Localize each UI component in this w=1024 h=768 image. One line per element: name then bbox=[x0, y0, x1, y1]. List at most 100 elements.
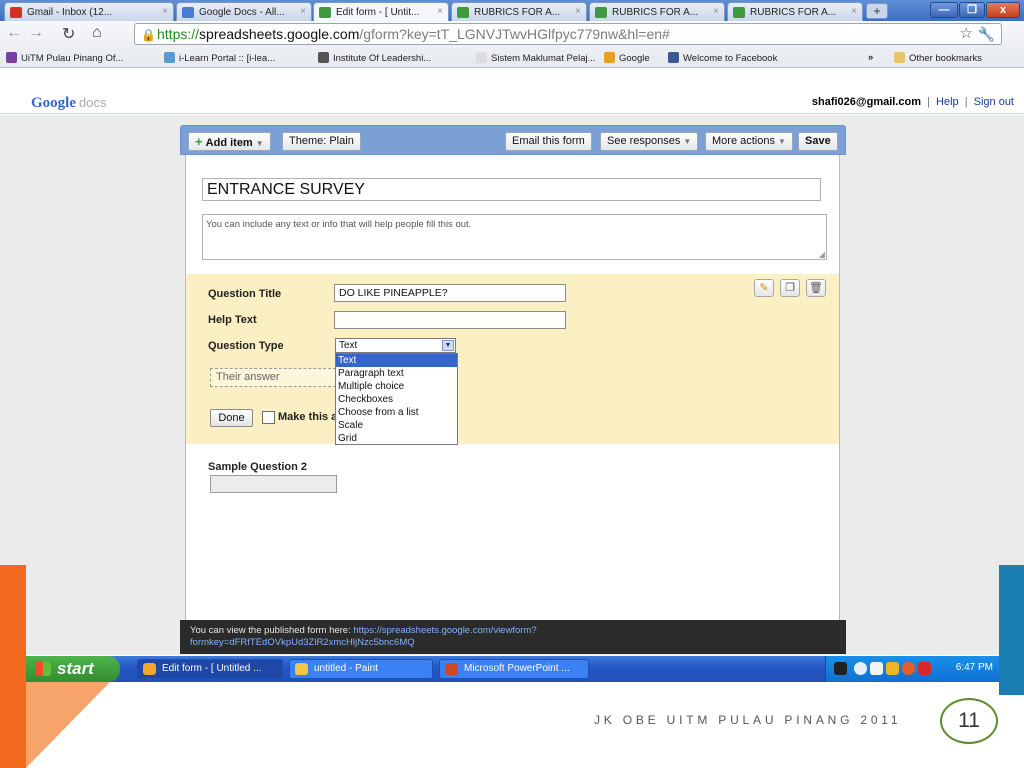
question-title-input[interactable]: DO LIKE PINEAPPLE? bbox=[334, 284, 566, 302]
new-tab-button[interactable]: + bbox=[866, 3, 888, 19]
see-responses-button[interactable]: See responses ▼ bbox=[600, 132, 699, 151]
tab-rubrics-1[interactable]: RUBRICS FOR A... × bbox=[451, 2, 587, 21]
task-paint[interactable]: untitled - Paint bbox=[289, 659, 433, 679]
more-actions-button[interactable]: More actions ▼ bbox=[705, 132, 793, 151]
tab-label: RUBRICS FOR A... bbox=[750, 7, 837, 18]
form-description-input[interactable]: You can include any text or info that wi… bbox=[202, 214, 827, 260]
bookmarks-overflow[interactable]: » bbox=[868, 52, 873, 63]
tab-edit-form[interactable]: Edit form - [ Untit... × bbox=[313, 2, 449, 22]
tab-gmail[interactable]: Gmail - Inbox (12... × bbox=[4, 2, 174, 21]
option-checkboxes[interactable]: Checkboxes bbox=[336, 393, 457, 406]
chevron-down-icon: ▼ bbox=[777, 137, 786, 146]
tab-label: RUBRICS FOR A... bbox=[474, 7, 561, 18]
spreadsheet-icon bbox=[457, 7, 469, 18]
form-title-input[interactable]: ENTRANCE SURVEY bbox=[202, 178, 821, 201]
sample-question-title[interactable]: Sample Question 2 bbox=[208, 461, 307, 473]
bookmark-icon bbox=[6, 52, 17, 63]
url-scheme: https:// bbox=[157, 26, 200, 42]
close-icon[interactable]: × bbox=[575, 6, 581, 17]
wedge-shape bbox=[26, 682, 110, 768]
option-grid[interactable]: Grid bbox=[336, 432, 457, 445]
publish-notice: You can view the published form here: ht… bbox=[180, 620, 846, 654]
published-url[interactable]: https://spreadsheets.google.com/viewform… bbox=[353, 625, 536, 636]
published-url-key[interactable]: formkey=dFRfTEdOVkpUd3ZlR2xmcHljNzc5bnc6… bbox=[190, 637, 415, 648]
wrench-icon[interactable]: 🔧 bbox=[978, 24, 995, 44]
theme-button[interactable]: Theme: Plain bbox=[282, 132, 361, 151]
task-edit-form[interactable]: Edit form - [ Untitled ... bbox=[137, 659, 283, 679]
option-text[interactable]: Text bbox=[336, 354, 457, 367]
close-icon[interactable]: × bbox=[162, 6, 168, 17]
option-scale[interactable]: Scale bbox=[336, 419, 457, 432]
account-links: shafi026@gmail.com | Help | Sign out bbox=[811, 96, 1014, 108]
bookmark-institute[interactable]: Institute Of Leadershi... bbox=[318, 52, 431, 64]
printer-icon[interactable] bbox=[870, 662, 883, 675]
star-icon[interactable]: ☆ bbox=[960, 24, 973, 44]
save-button[interactable]: Save bbox=[798, 132, 838, 151]
question-type-select[interactable]: Text ▼ bbox=[335, 338, 456, 353]
help-text-input[interactable] bbox=[334, 311, 566, 329]
back-icon[interactable]: ← bbox=[6, 24, 22, 42]
help-icon[interactable] bbox=[834, 662, 847, 675]
chevron-down-icon: ▼ bbox=[255, 139, 264, 148]
home-icon[interactable]: ⌂ bbox=[92, 24, 102, 42]
close-icon[interactable]: × bbox=[437, 6, 443, 17]
reload-icon[interactable]: ↻ bbox=[62, 24, 75, 44]
add-item-button[interactable]: + Add item ▼ bbox=[188, 132, 271, 151]
forward-icon[interactable]: → bbox=[28, 24, 44, 42]
bookmark-ilearn[interactable]: i-Learn Portal :: [i-lea... bbox=[164, 52, 275, 64]
email-form-button[interactable]: Email this form bbox=[505, 132, 592, 151]
tab-label: Edit form - [ Untit... bbox=[336, 7, 420, 18]
required-checkbox[interactable] bbox=[262, 411, 275, 424]
minimize-button[interactable]: — bbox=[930, 2, 958, 18]
google-docs-logo[interactable]: Google docs bbox=[31, 95, 106, 112]
chevron-left-icon[interactable] bbox=[854, 662, 867, 675]
required-label: Make this a required question bbox=[278, 411, 335, 423]
close-icon[interactable]: × bbox=[851, 6, 857, 17]
bookmark-uitm[interactable]: UiTM Pulau Pinang Of... bbox=[6, 52, 123, 64]
clock: 6:47 PM bbox=[955, 662, 993, 673]
option-multiple-choice[interactable]: Multiple choice bbox=[336, 380, 457, 393]
duplicate-icon[interactable]: ❐ bbox=[780, 279, 800, 297]
done-button[interactable]: Done bbox=[210, 409, 253, 427]
sign-out-link[interactable]: Sign out bbox=[974, 96, 1014, 108]
bookmark-google[interactable]: Google bbox=[604, 52, 650, 64]
maximize-button[interactable]: ❐ bbox=[959, 2, 985, 18]
windows-taskbar: start Edit form - [ Untitled ... untitle… bbox=[25, 656, 999, 682]
close-icon[interactable]: × bbox=[300, 6, 306, 17]
resize-grip-icon[interactable]: ◢ bbox=[819, 250, 825, 259]
bookmark-facebook[interactable]: Welcome to Facebook bbox=[668, 52, 777, 64]
smiley-icon[interactable] bbox=[902, 662, 915, 675]
bookmarks-bar: UiTM Pulau Pinang Of... i-Learn Portal :… bbox=[0, 48, 1024, 67]
tab-rubrics-2[interactable]: RUBRICS FOR A... × bbox=[589, 2, 725, 21]
bookmark-icon bbox=[318, 52, 329, 63]
slide-footer: JK OBE UITM PULAU PINANG 2011 bbox=[594, 713, 902, 727]
account-email: shafi026@gmail.com bbox=[811, 96, 922, 108]
chevron-down-icon[interactable]: ▼ bbox=[442, 340, 454, 351]
bookmark-sistem[interactable]: Sistem Maklumat Pelaj... bbox=[476, 52, 596, 64]
close-icon[interactable]: × bbox=[713, 6, 719, 17]
docs-header: Google docs shafi026@gmail.com | Help | S… bbox=[0, 92, 1024, 114]
bookmark-icon bbox=[164, 52, 175, 63]
close-window-button[interactable]: x bbox=[986, 2, 1020, 18]
folder-icon bbox=[894, 52, 905, 63]
lock-icon: 🔒 bbox=[141, 28, 156, 42]
slide-page-number: 11 bbox=[940, 698, 998, 744]
tab-google-docs[interactable]: Google Docs - All... × bbox=[176, 2, 312, 21]
trash-icon[interactable]: 🗑 bbox=[806, 279, 826, 297]
task-powerpoint[interactable]: Microsoft PowerPoint ... bbox=[439, 659, 589, 679]
plus-icon: + bbox=[195, 134, 203, 149]
tab-rubrics-3[interactable]: RUBRICS FOR A... × bbox=[727, 2, 863, 21]
option-paragraph-text[interactable]: Paragraph text bbox=[336, 367, 457, 380]
messenger-icon[interactable] bbox=[886, 662, 899, 675]
slide-stage: Gmail - Inbox (12... × Google Docs - All… bbox=[0, 0, 1024, 768]
powerpoint-icon bbox=[445, 663, 458, 675]
antivirus-icon[interactable] bbox=[918, 662, 931, 675]
help-link[interactable]: Help bbox=[936, 96, 959, 108]
paint-icon bbox=[295, 663, 308, 675]
edit-pencil-icon[interactable]: ✎ bbox=[754, 279, 774, 297]
facebook-icon bbox=[668, 52, 679, 63]
question-title-label: Question Title bbox=[208, 288, 282, 300]
address-bar[interactable]: 🔒 https://spreadsheets.google.com/gform?… bbox=[134, 23, 1002, 45]
other-bookmarks[interactable]: Other bookmarks bbox=[894, 52, 982, 64]
option-choose-from-list[interactable]: Choose from a list bbox=[336, 406, 457, 419]
